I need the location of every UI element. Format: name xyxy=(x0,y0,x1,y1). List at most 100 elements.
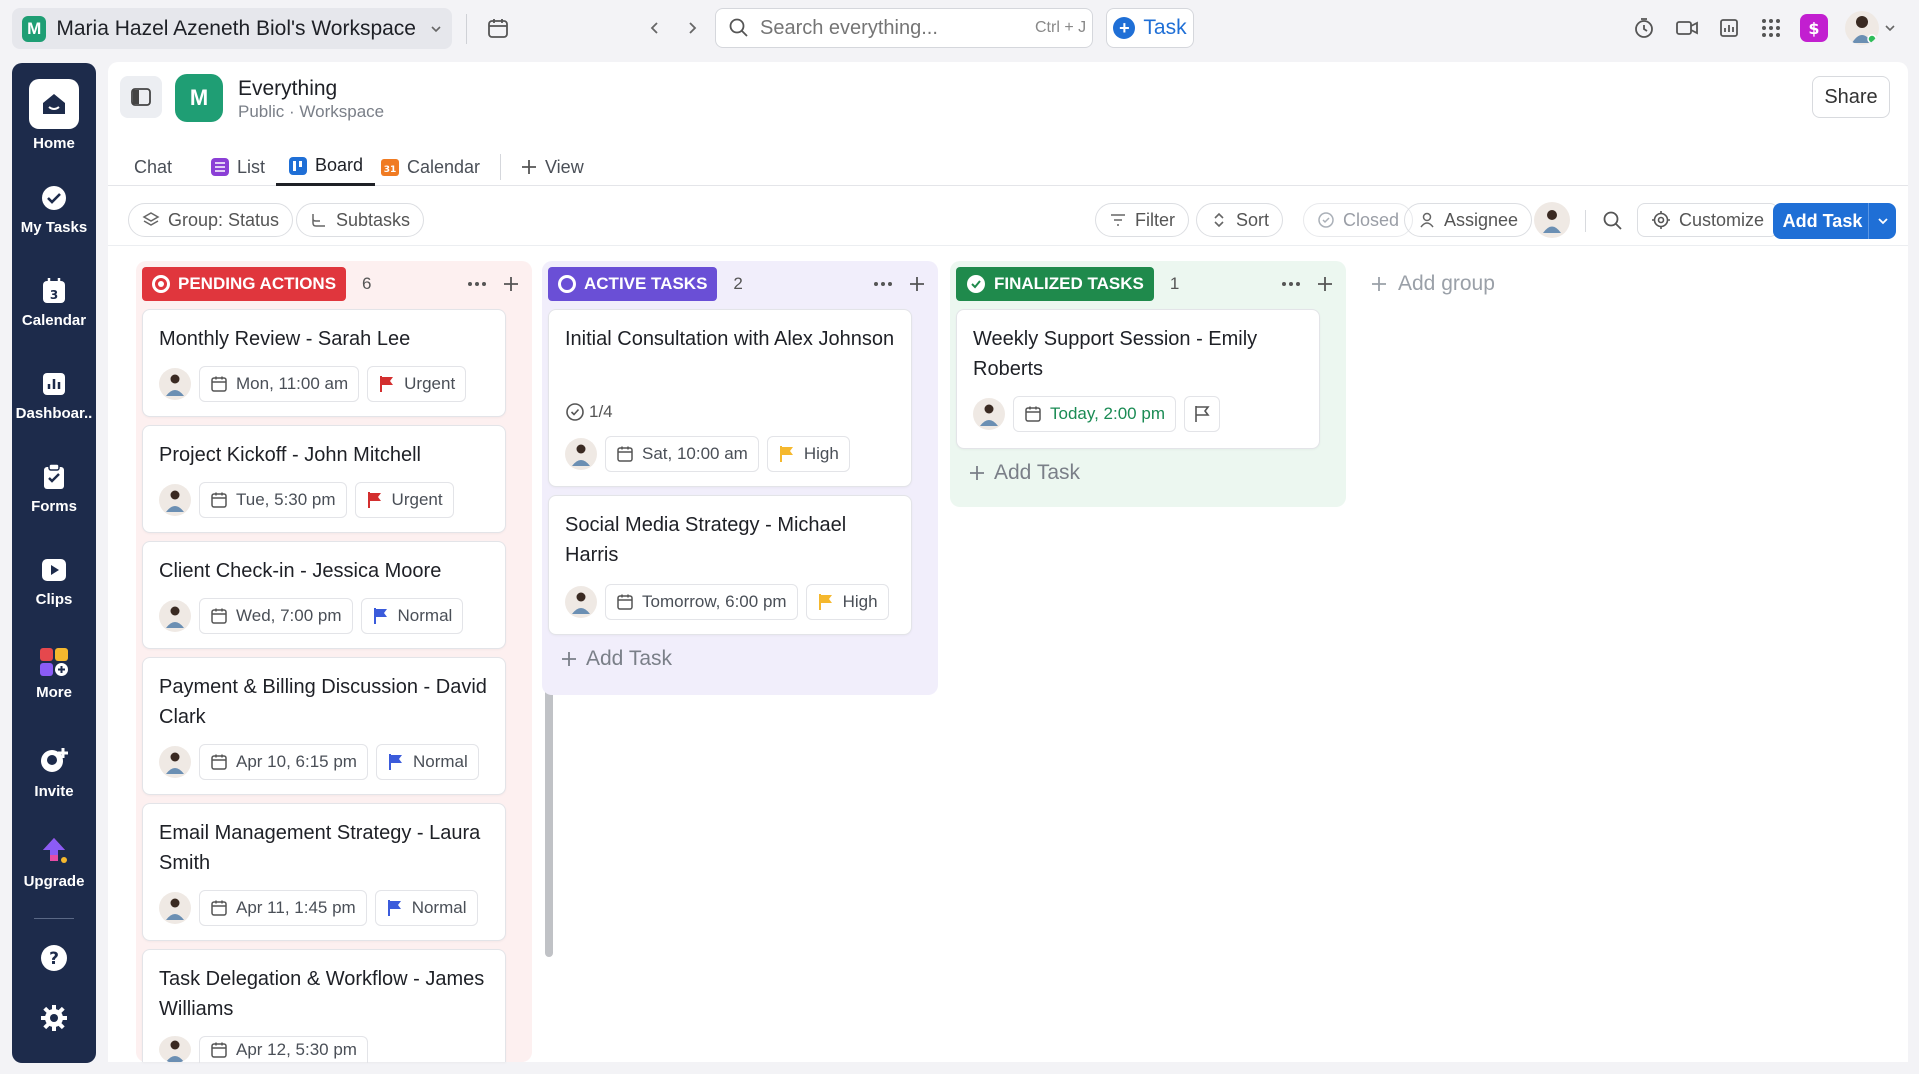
notepad-icon[interactable] xyxy=(1717,16,1741,40)
share-button[interactable]: Share xyxy=(1812,76,1890,118)
status-badge[interactable]: PENDING ACTIONS xyxy=(142,267,347,301)
new-task-button[interactable]: + Task xyxy=(1106,8,1194,48)
task-card[interactable]: Monthly Review - Sarah Lee Mon, 11:00 am… xyxy=(142,309,506,417)
plus-icon[interactable] xyxy=(1316,275,1334,293)
settings-button[interactable] xyxy=(12,1003,96,1033)
billing-icon[interactable]: $ xyxy=(1800,14,1828,42)
video-icon[interactable] xyxy=(1675,16,1699,40)
tab-calendar[interactable]: 31 Calendar xyxy=(380,148,480,186)
priority-chip[interactable]: High xyxy=(766,436,850,472)
priority-chip[interactable]: Normal xyxy=(374,890,478,926)
due-date-chip[interactable]: Tomorrow, 6:00 pm xyxy=(605,584,798,620)
due-date-chip[interactable]: Mon, 11:00 am xyxy=(199,366,360,402)
task-card[interactable]: Task Delegation & Workflow - James Willi… xyxy=(142,949,506,1063)
search-icon[interactable] xyxy=(1602,210,1624,232)
due-date-chip[interactable]: Apr 12, 5:30 pm xyxy=(199,1036,368,1063)
assignee-avatar[interactable] xyxy=(159,368,191,400)
assignee-button[interactable]: Assignee xyxy=(1404,203,1533,237)
sidebar-item-my-tasks[interactable]: My Tasks xyxy=(12,183,96,236)
assignee-avatar[interactable] xyxy=(159,484,191,516)
more-options-icon[interactable] xyxy=(1282,282,1300,286)
priority-chip[interactable]: Normal xyxy=(360,598,464,634)
help-button[interactable]: ? xyxy=(12,943,96,973)
priority-chip[interactable]: High xyxy=(805,584,889,620)
status-badge[interactable]: ACTIVE TASKS xyxy=(548,267,718,301)
sidebar-item-more[interactable]: More xyxy=(12,646,96,701)
task-title[interactable]: Payment & Billing Discussion - David Cla… xyxy=(159,672,493,732)
sidebar-item-forms[interactable]: Forms xyxy=(12,462,96,515)
assignee-avatar[interactable] xyxy=(159,746,191,778)
task-title[interactable]: Weekly Support Session - Emily Roberts xyxy=(973,324,1307,384)
tab-chat[interactable]: Chat xyxy=(134,148,172,186)
plus-icon[interactable] xyxy=(502,275,520,293)
search-input[interactable] xyxy=(760,16,1025,40)
assignee-avatar[interactable] xyxy=(159,1036,191,1063)
customize-button[interactable]: Customize xyxy=(1637,203,1779,237)
add-group-button[interactable]: Add group xyxy=(1370,272,1495,296)
subtask-progress[interactable]: 1/4 xyxy=(565,402,613,422)
task-card[interactable]: Initial Consultation with Alex Johnson 1… xyxy=(548,309,912,487)
assignee-avatar[interactable] xyxy=(565,438,597,470)
status-badge[interactable]: FINALIZED TASKS xyxy=(956,267,1154,301)
sidebar-item-upgrade[interactable]: Upgrade xyxy=(12,835,96,890)
add-view-button[interactable]: View xyxy=(520,148,584,186)
task-title[interactable]: Initial Consultation with Alex Johnson xyxy=(565,324,899,354)
due-date-chip[interactable]: Apr 11, 1:45 pm xyxy=(199,890,367,926)
workspace-switcher[interactable]: M Maria Hazel Azeneth Biol's Workspace xyxy=(12,8,452,49)
assignee-avatar[interactable] xyxy=(973,398,1005,430)
due-date-chip[interactable]: Wed, 7:00 pm xyxy=(199,598,353,634)
plus-icon[interactable] xyxy=(908,275,926,293)
sidebar-toggle-button[interactable] xyxy=(120,76,162,118)
chevron-down-icon[interactable] xyxy=(1884,22,1896,34)
task-card[interactable]: Social Media Strategy - Michael Harris T… xyxy=(548,495,912,635)
task-title[interactable]: Client Check-in - Jessica Moore xyxy=(159,556,493,586)
task-card[interactable]: Email Management Strategy - Laura Smith … xyxy=(142,803,506,941)
subtasks-button[interactable]: Subtasks xyxy=(296,203,425,237)
back-arrow-icon[interactable] xyxy=(645,18,665,38)
task-title[interactable]: Email Management Strategy - Laura Smith xyxy=(159,818,493,878)
forward-arrow-icon[interactable] xyxy=(682,18,702,38)
calendar-icon[interactable] xyxy=(486,16,510,40)
timer-icon[interactable] xyxy=(1632,16,1656,40)
group-status-button[interactable]: Group: Status xyxy=(128,203,294,237)
tab-list[interactable]: List xyxy=(210,148,265,186)
sort-button[interactable]: Sort xyxy=(1196,203,1284,237)
priority-chip[interactable]: Normal xyxy=(375,744,479,780)
assignee-avatar[interactable] xyxy=(159,892,191,924)
due-date-chip[interactable]: Today, 2:00 pm xyxy=(1013,396,1176,432)
closed-toggle[interactable]: Closed xyxy=(1303,203,1414,237)
me-avatar-filter[interactable] xyxy=(1534,202,1570,238)
task-card[interactable]: Weekly Support Session - Emily Roberts T… xyxy=(956,309,1320,449)
more-options-icon[interactable] xyxy=(874,282,892,286)
sidebar-item-clips[interactable]: Clips xyxy=(12,555,96,608)
user-avatar[interactable] xyxy=(1845,11,1879,45)
sidebar-item-dashboards[interactable]: Dashboar.. xyxy=(12,369,96,422)
task-title[interactable]: Task Delegation & Workflow - James Willi… xyxy=(159,964,493,1024)
task-card[interactable]: Project Kickoff - John Mitchell Tue, 5:3… xyxy=(142,425,506,533)
sidebar-item-invite[interactable]: Invite xyxy=(12,745,96,800)
task-title[interactable]: Project Kickoff - John Mitchell xyxy=(159,440,493,470)
task-card[interactable]: Payment & Billing Discussion - David Cla… xyxy=(142,657,506,795)
sidebar-item-calendar[interactable]: 3 Calendar xyxy=(12,276,96,329)
sidebar-item-home[interactable]: Home xyxy=(12,79,96,152)
apps-grid-icon[interactable] xyxy=(1759,16,1783,40)
add-task-button[interactable]: Add Task xyxy=(1773,203,1896,239)
tab-board[interactable]: Board xyxy=(276,148,376,186)
due-date-chip[interactable]: Apr 10, 6:15 pm xyxy=(199,744,368,780)
filter-button[interactable]: Filter xyxy=(1095,203,1189,237)
assignee-avatar[interactable] xyxy=(565,586,597,618)
assignee-avatar[interactable] xyxy=(159,600,191,632)
task-title[interactable]: Monthly Review - Sarah Lee xyxy=(159,324,493,354)
add-task-inline-button[interactable]: Add Task xyxy=(560,647,672,671)
priority-chip[interactable] xyxy=(1183,396,1220,432)
search-bar[interactable]: Ctrl + J xyxy=(715,8,1093,48)
more-options-icon[interactable] xyxy=(468,282,486,286)
task-card[interactable]: Client Check-in - Jessica Moore Wed, 7:0… xyxy=(142,541,506,649)
priority-chip[interactable]: Urgent xyxy=(354,482,454,518)
due-date-chip[interactable]: Sat, 10:00 am xyxy=(605,436,759,472)
task-title[interactable]: Social Media Strategy - Michael Harris xyxy=(565,510,899,570)
due-date-chip[interactable]: Tue, 5:30 pm xyxy=(199,482,347,518)
chevron-down-icon[interactable] xyxy=(1868,203,1896,239)
priority-chip[interactable]: Urgent xyxy=(367,366,467,402)
add-task-inline-button[interactable]: Add Task xyxy=(968,461,1080,485)
